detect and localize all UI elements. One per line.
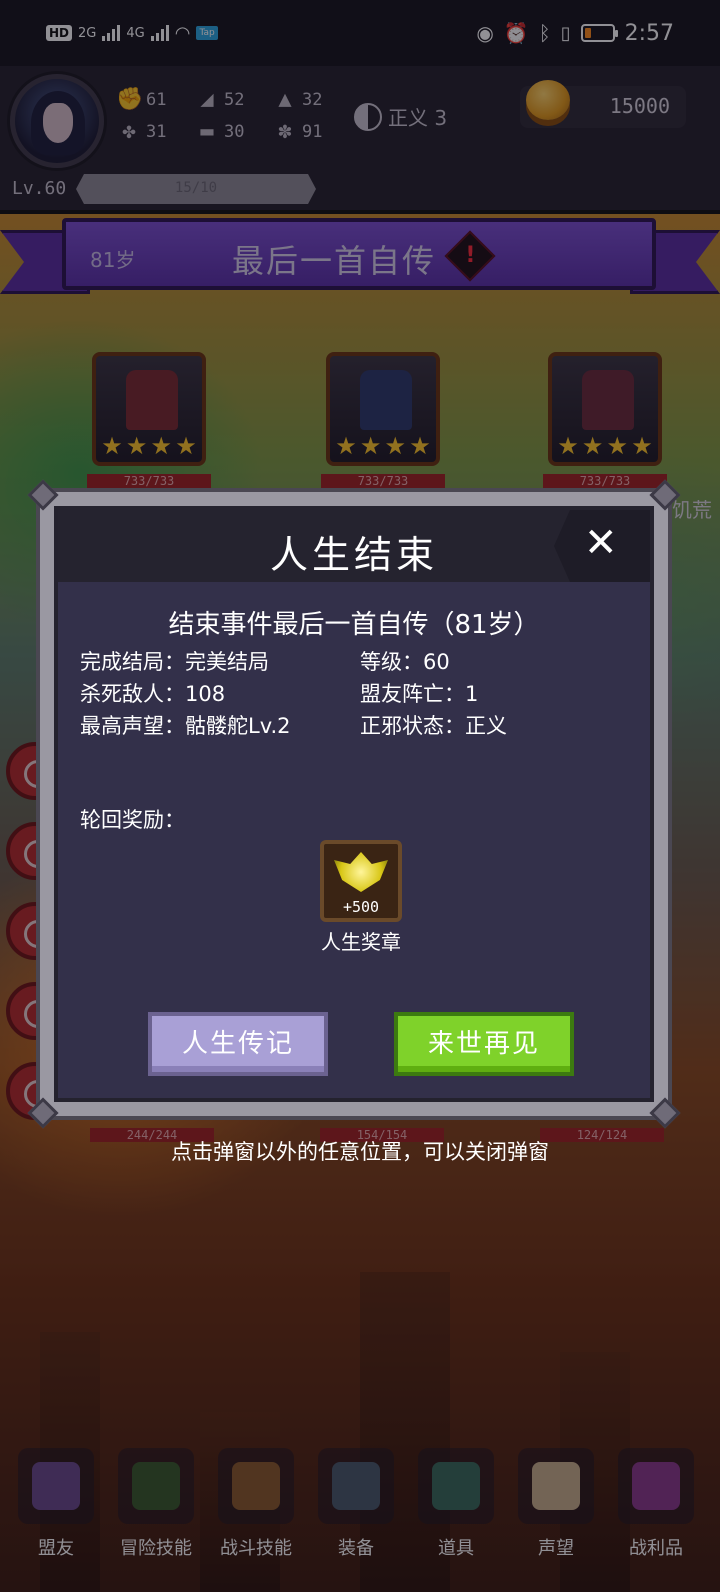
next-life-button[interactable]: 来世再见	[394, 1012, 574, 1076]
dialog-body: 人生结束 ✕ 结束事件最后一首自传（81岁） 完成结局：完美结局 等级：60 杀…	[54, 506, 654, 1102]
reputation-field: 最高声望：骷髅舵Lv.2	[80, 714, 291, 738]
alignment-field: 正邪状态：正义	[360, 714, 507, 738]
medal-icon	[334, 852, 388, 892]
life-biography-button[interactable]: 人生传记	[148, 1012, 328, 1076]
reward-label: 轮回奖励：	[80, 808, 185, 832]
close-icon: ✕	[584, 520, 618, 566]
ally-deaths-field: 盟友阵亡：1	[360, 682, 479, 706]
close-hint: 点击弹窗以外的任意位置，可以关闭弹窗	[171, 1140, 549, 1164]
reward-name: 人生奖章	[321, 930, 401, 954]
reward-amount: +500	[342, 898, 380, 916]
level-field: 等级：60	[360, 650, 450, 674]
life-end-dialog: 人生结束 ✕ 结束事件最后一首自传（81岁） 完成结局：完美结局 等级：60 杀…	[27, 479, 681, 1129]
event-summary: 结束事件最后一首自传（81岁）	[168, 610, 540, 640]
close-button[interactable]: ✕	[554, 510, 650, 582]
reward-item[interactable]: +500	[320, 840, 402, 922]
kills-field: 杀死敌人：108	[80, 682, 226, 706]
dialog-header: 人生结束 ✕	[58, 510, 650, 582]
ending-field: 完成结局：完美结局	[80, 650, 269, 674]
